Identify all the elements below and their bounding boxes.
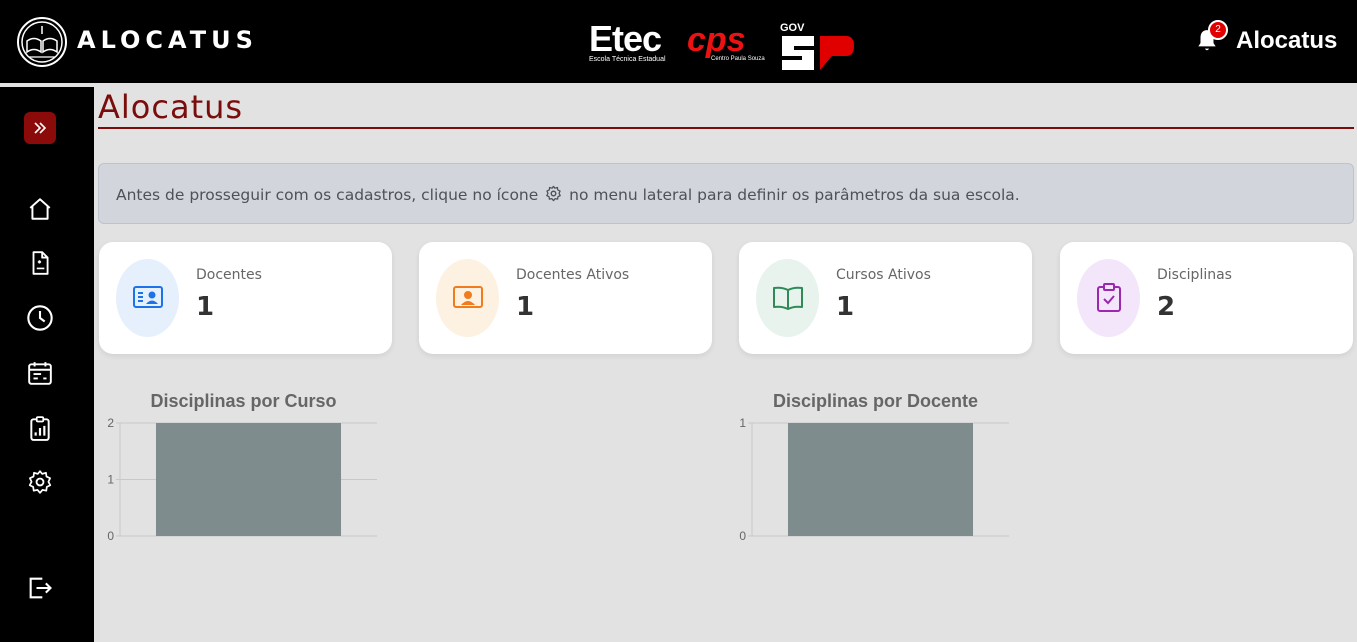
etec-logo: Etec Escola Técnica Estadual — [589, 18, 666, 64]
notification-badge: 2 — [1208, 20, 1228, 40]
y-tick-label: 0 — [739, 529, 746, 543]
alert-text: Antes de prosseguir com os cadastros, cl… — [116, 185, 1020, 206]
clock-icon[interactable] — [26, 304, 54, 332]
teacher-id-icon — [116, 259, 179, 337]
cps-logo-text: cps — [687, 21, 746, 59]
gov-sp-logo: GOV — [780, 22, 856, 78]
sidebar-toggle-button[interactable] — [24, 112, 56, 144]
gear-icon — [545, 185, 562, 206]
etec-logo-text: Etec — [589, 18, 662, 59]
clipboard-check-icon — [1077, 259, 1140, 337]
gov-label: GOV — [780, 22, 805, 34]
y-tick-label: 1 — [107, 473, 114, 487]
alert-text-after: no menu lateral para definir os parâmetr… — [569, 186, 1020, 204]
top-header: ALOCATUS Etec Escola Técnica Estadual cp… — [0, 0, 1357, 83]
chart-disciplinas-por-curso: Disciplinas por Curso 0 1 2 — [107, 391, 377, 543]
sidebar — [0, 87, 94, 642]
document-icon[interactable] — [26, 249, 54, 277]
chart-disciplinas-por-docente: Disciplinas por Docente 0 1 — [739, 391, 1009, 543]
alert-text-before: Antes de prosseguir com os cadastros, cl… — [116, 186, 539, 204]
card-value: 1 — [516, 292, 535, 322]
brand-name[interactable]: ALOCATUS — [77, 26, 258, 54]
stat-card-docentes-ativos[interactable]: Docentes Ativos 1 — [419, 242, 712, 354]
page-title: Alocatus — [98, 88, 244, 126]
card-label: Docentes — [196, 267, 262, 283]
stat-card-cursos-ativos[interactable]: Cursos Ativos 1 — [739, 242, 1032, 354]
calendar-icon[interactable] — [26, 359, 54, 387]
chart-title: Disciplinas por Docente — [773, 391, 978, 411]
gear-icon[interactable] — [26, 468, 54, 496]
sp-logo-icon — [782, 36, 854, 70]
stat-card-docentes[interactable]: Docentes 1 — [99, 242, 392, 354]
double-chevron-right-icon — [34, 122, 47, 134]
card-value: 1 — [836, 292, 855, 322]
y-tick-label: 2 — [107, 416, 114, 430]
card-label: Disciplinas — [1157, 267, 1232, 283]
user-name[interactable]: Alocatus — [1236, 27, 1337, 55]
y-tick-label: 0 — [107, 529, 114, 543]
info-alert: Antes de prosseguir com os cadastros, cl… — [98, 163, 1354, 224]
title-underline — [98, 127, 1354, 129]
cps-logo-subtitle: Centro Paula Souza — [711, 56, 765, 62]
logout-icon[interactable] — [26, 574, 54, 602]
chart-bar[interactable] — [155, 423, 342, 536]
cps-logo: cps Centro Paula Souza — [687, 21, 765, 63]
chart-bar[interactable] — [787, 423, 974, 536]
y-tick-label: 1 — [739, 416, 746, 430]
card-value: 1 — [196, 292, 215, 322]
book-icon — [756, 259, 819, 337]
report-icon[interactable] — [26, 414, 54, 442]
card-value: 2 — [1157, 292, 1176, 322]
card-label: Docentes Ativos — [516, 267, 630, 283]
chart-title: Disciplinas por Curso — [150, 391, 336, 411]
home-icon[interactable] — [26, 195, 54, 223]
card-label: Cursos Ativos — [836, 267, 931, 283]
stat-card-disciplinas[interactable]: Disciplinas 2 — [1060, 242, 1353, 354]
etec-logo-subtitle: Escola Técnica Estadual — [589, 56, 666, 63]
book-globe-logo-icon — [17, 17, 67, 67]
active-teacher-icon — [436, 259, 499, 337]
